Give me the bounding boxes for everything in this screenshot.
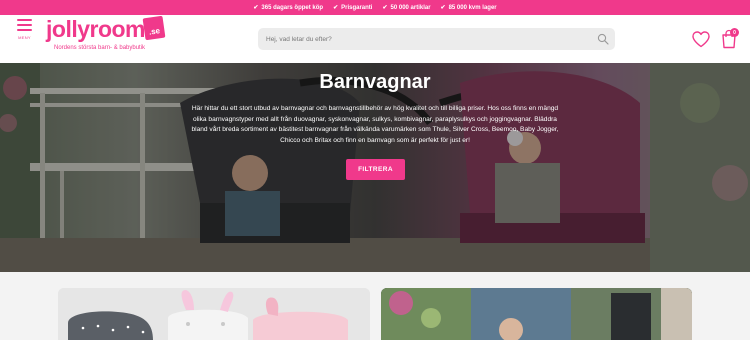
usp-item: ✔ 85 000 kvm lager: [440, 4, 497, 12]
menu-label: MENY: [18, 35, 31, 40]
usp-item: ✔ Prisgaranti: [333, 4, 373, 12]
logo-tagline: Nordens största barn- & babybutik: [54, 45, 146, 51]
check-icon: ✔: [253, 5, 259, 11]
card-image-stroller-accessories: [58, 288, 370, 340]
menu-button[interactable]: MENY: [16, 19, 33, 40]
search-bar: [258, 28, 615, 50]
logo-tld-badge: .se: [142, 15, 166, 41]
usp-bar: ✔ 365 dagars öppet köp ✔ Prisgaranti ✔ 50 0…: [0, 0, 750, 15]
category-card[interactable]: [381, 288, 692, 340]
search-icon[interactable]: [597, 33, 609, 45]
cart-count-badge: 0: [730, 28, 739, 37]
heart-icon[interactable]: [692, 31, 710, 48]
check-icon: ✔: [382, 5, 388, 11]
logo-wordmark: jollyroom: [46, 16, 146, 42]
hero-title: Barnvagnar: [319, 71, 431, 93]
hamburger-menu-icon: [17, 19, 32, 21]
search-input[interactable]: [258, 28, 615, 50]
usp-item: ✔ 365 dagars öppet köp: [253, 4, 324, 12]
filter-button[interactable]: FILTRERA: [346, 159, 405, 180]
category-card[interactable]: [58, 288, 370, 340]
check-icon: ✔: [440, 5, 446, 11]
check-icon: ✔: [333, 5, 339, 11]
hero-description: Här hittar du ett stort utbud av barnvag…: [191, 105, 559, 144]
usp-item: ✔ 50 000 artiklar: [382, 4, 431, 12]
card-image-child-in-stroller: [381, 288, 692, 340]
